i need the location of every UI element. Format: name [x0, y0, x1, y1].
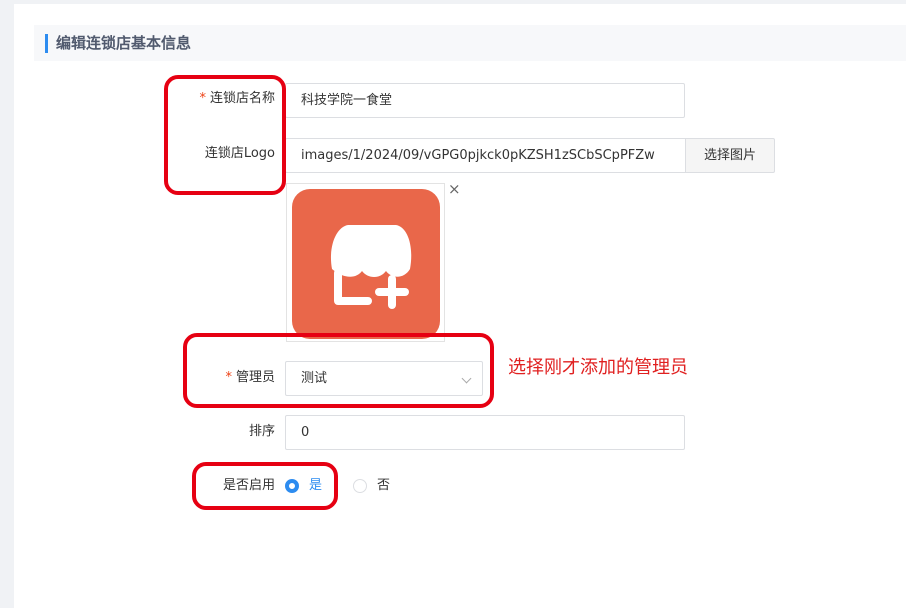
- store-name-input[interactable]: 科技学院一食堂: [285, 83, 685, 118]
- logo-preview-image: [292, 189, 440, 339]
- store-logo-path-input[interactable]: images/1/2024/09/vGPG0pjkck0pKZSH1zSCbSC…: [285, 138, 686, 173]
- sort-label: 排序: [248, 424, 275, 439]
- close-icon[interactable]: ×: [448, 181, 461, 197]
- annotation-text: 选择刚才添加的管理员: [508, 357, 688, 378]
- section-accent-bar: [45, 34, 48, 53]
- enabled-no-label[interactable]: 否: [377, 477, 390, 495]
- highlight-enabled-box: [192, 462, 338, 510]
- section-header: 编辑连锁店基本信息: [34, 25, 906, 61]
- store-add-icon: [330, 225, 412, 309]
- sort-input[interactable]: 0: [285, 415, 685, 450]
- highlight-name-logo-box: [164, 75, 286, 195]
- choose-image-button[interactable]: 选择图片: [685, 138, 775, 173]
- logo-preview: [286, 183, 445, 342]
- section-title: 编辑连锁店基本信息: [56, 34, 192, 52]
- highlight-manager-box: [183, 333, 494, 408]
- enabled-no-radio[interactable]: [353, 479, 367, 493]
